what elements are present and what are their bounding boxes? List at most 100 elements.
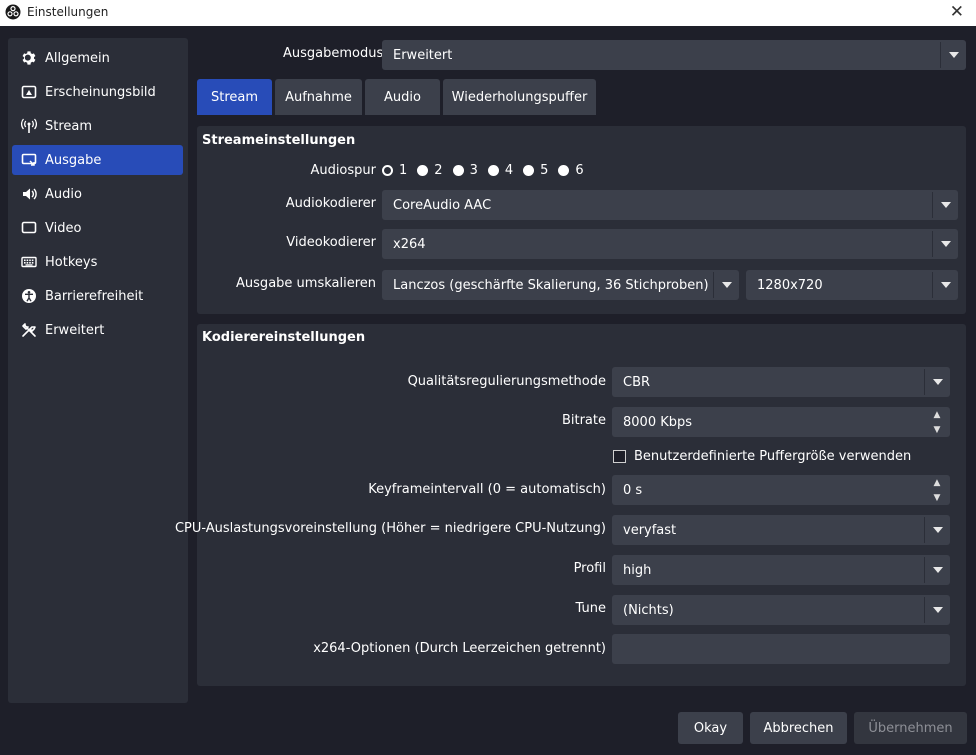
cancel-button[interactable]: Abbrechen [750,712,847,744]
audio-track-radio-1[interactable]: 1 [382,163,407,178]
checkbox-icon [613,450,626,463]
audio-track-radio-6[interactable]: 6 [558,163,584,178]
output-mode-value: Erweitert [393,47,453,63]
chevron-down-icon [932,272,958,298]
x264-options-label: x264-Optionen (Durch Leerzeichen getrenn… [313,641,606,656]
tools-icon [20,321,38,339]
tune-label: Tune [575,601,606,616]
sidebar-item-audio[interactable]: Audio [12,179,183,209]
sidebar-item-general[interactable]: Allgemein [12,43,183,73]
chevron-down-icon [924,597,950,623]
radio-icon [417,165,429,176]
tab-replay-buffer[interactable]: Wiederholungspuffer [443,79,596,115]
bitrate-label: Bitrate [561,413,606,428]
x264-options-input[interactable] [612,634,950,664]
radio-label: 4 [504,163,514,178]
sidebar-item-stream[interactable]: Stream [12,111,183,141]
rescale-label: Ausgabe umskalieren [236,276,376,291]
sidebar-item-label: Stream [45,118,93,134]
chevron-down-icon [924,369,950,395]
sidebar-item-label: Audio [45,186,82,202]
rescale-method-value: Lanczos (geschärfte Skalierung, 36 Stich… [393,277,709,293]
output-mode-select[interactable]: Erweitert [382,40,966,70]
profile-value: high [623,562,652,578]
radio-icon [452,165,464,176]
cpu-preset-select[interactable]: veryfast [612,515,950,545]
apply-button[interactable]: Übernehmen [854,712,967,744]
bitrate-value: 8000 Kbps [623,414,693,430]
sidebar-item-label: Barrierefreiheit [45,288,144,304]
keyframe-spinbox[interactable]: 0 s ▲ ▼ [612,475,950,505]
audio-track-radio-group: 1 2 3 4 5 6 [382,163,594,178]
tab-recording[interactable]: Aufnahme [275,79,362,115]
antenna-icon [20,117,38,135]
gear-icon [20,49,38,67]
radio-label: 5 [540,163,549,178]
sidebar-item-advanced[interactable]: Erweitert [12,315,183,345]
title-bar: Einstellungen ✕ [0,0,976,26]
appearance-icon [20,83,38,101]
audio-track-label: Audiospur [310,163,376,178]
audio-track-radio-3[interactable]: 3 [452,163,478,178]
sidebar-item-output[interactable]: Ausgabe [12,145,183,175]
monitor-icon [20,219,38,237]
cpu-preset-value: veryfast [623,522,677,538]
chevron-up-icon[interactable]: ▲ [924,475,950,490]
speaker-icon [20,185,38,203]
radio-icon [487,165,499,176]
chevron-down-icon [940,42,966,68]
rate-control-value: CBR [623,374,651,390]
sidebar-item-label: Video [45,220,82,236]
keyframe-value: 0 s [623,482,643,498]
output-mode-label: Ausgabemodus [283,46,384,61]
tab-audio[interactable]: Audio [365,79,440,115]
cpu-preset-label: CPU-Auslastungsvoreinstellung (Höher = n… [174,521,606,536]
sidebar-item-label: Erscheinungsbild [45,84,156,100]
audio-track-radio-4[interactable]: 4 [487,163,514,178]
sidebar-item-label: Allgemein [45,50,110,66]
chevron-down-icon [932,192,958,218]
encoder-settings-title: Kodierereinstellungen [202,330,366,345]
profile-label: Profil [573,561,606,576]
obs-logo-icon [5,4,21,20]
chevron-down-icon[interactable]: ▼ [924,490,950,505]
rescale-resolution-value: 1280x720 [757,277,823,293]
chevron-down-icon[interactable]: ▼ [924,422,950,437]
sidebar-item-accessibility[interactable]: Barrierefreiheit [12,281,183,311]
audio-encoder-select[interactable]: CoreAudio AAC [382,190,958,220]
video-encoder-label: Videokodierer [286,235,376,250]
audio-track-radio-5[interactable]: 5 [523,163,548,178]
audio-encoder-label: Audiokodierer [285,196,376,211]
chevron-down-icon [924,517,950,543]
sidebar-item-appearance[interactable]: Erscheinungsbild [12,77,183,107]
audio-track-radio-2[interactable]: 2 [417,163,443,178]
output-icon [20,151,38,169]
video-encoder-select[interactable]: x264 [382,229,958,259]
ok-button[interactable]: Okay [678,712,743,744]
keyframe-label: Keyframeintervall (0 = automatisch) [368,482,606,497]
settings-sidebar: Allgemein Erscheinungsbild Stream Ausgab… [8,38,188,703]
chevron-up-icon[interactable]: ▲ [924,407,950,422]
sidebar-item-hotkeys[interactable]: Hotkeys [12,247,183,277]
sidebar-item-label: Hotkeys [45,254,98,270]
bitrate-spinbox[interactable]: 8000 Kbps ▲ ▼ [612,407,950,437]
rate-control-select[interactable]: CBR [612,367,950,397]
radio-label: 2 [434,163,443,178]
profile-select[interactable]: high [612,555,950,585]
tab-stream[interactable]: Stream [197,79,272,115]
keyboard-icon [20,253,38,271]
custom-buffer-checkbox[interactable]: Benutzerdefinierte Puffergröße verwenden [613,449,911,464]
radio-label: 3 [469,163,478,178]
tune-value: (Nichts) [623,602,674,618]
sidebar-item-video[interactable]: Video [12,213,183,243]
stream-settings-title: Streameinstellungen [202,133,356,148]
radio-checked-icon [382,165,393,176]
rescale-method-select[interactable]: Lanczos (geschärfte Skalierung, 36 Stich… [382,270,739,300]
window-title: Einstellungen [27,5,109,19]
sidebar-item-label: Ausgabe [45,152,102,168]
rescale-resolution-select[interactable]: 1280x720 [746,270,958,300]
radio-label: 6 [575,163,584,178]
close-icon[interactable]: ✕ [950,2,964,22]
rate-control-label: Qualitätsregulierungsmethode [407,374,606,389]
tune-select[interactable]: (Nichts) [612,595,950,625]
